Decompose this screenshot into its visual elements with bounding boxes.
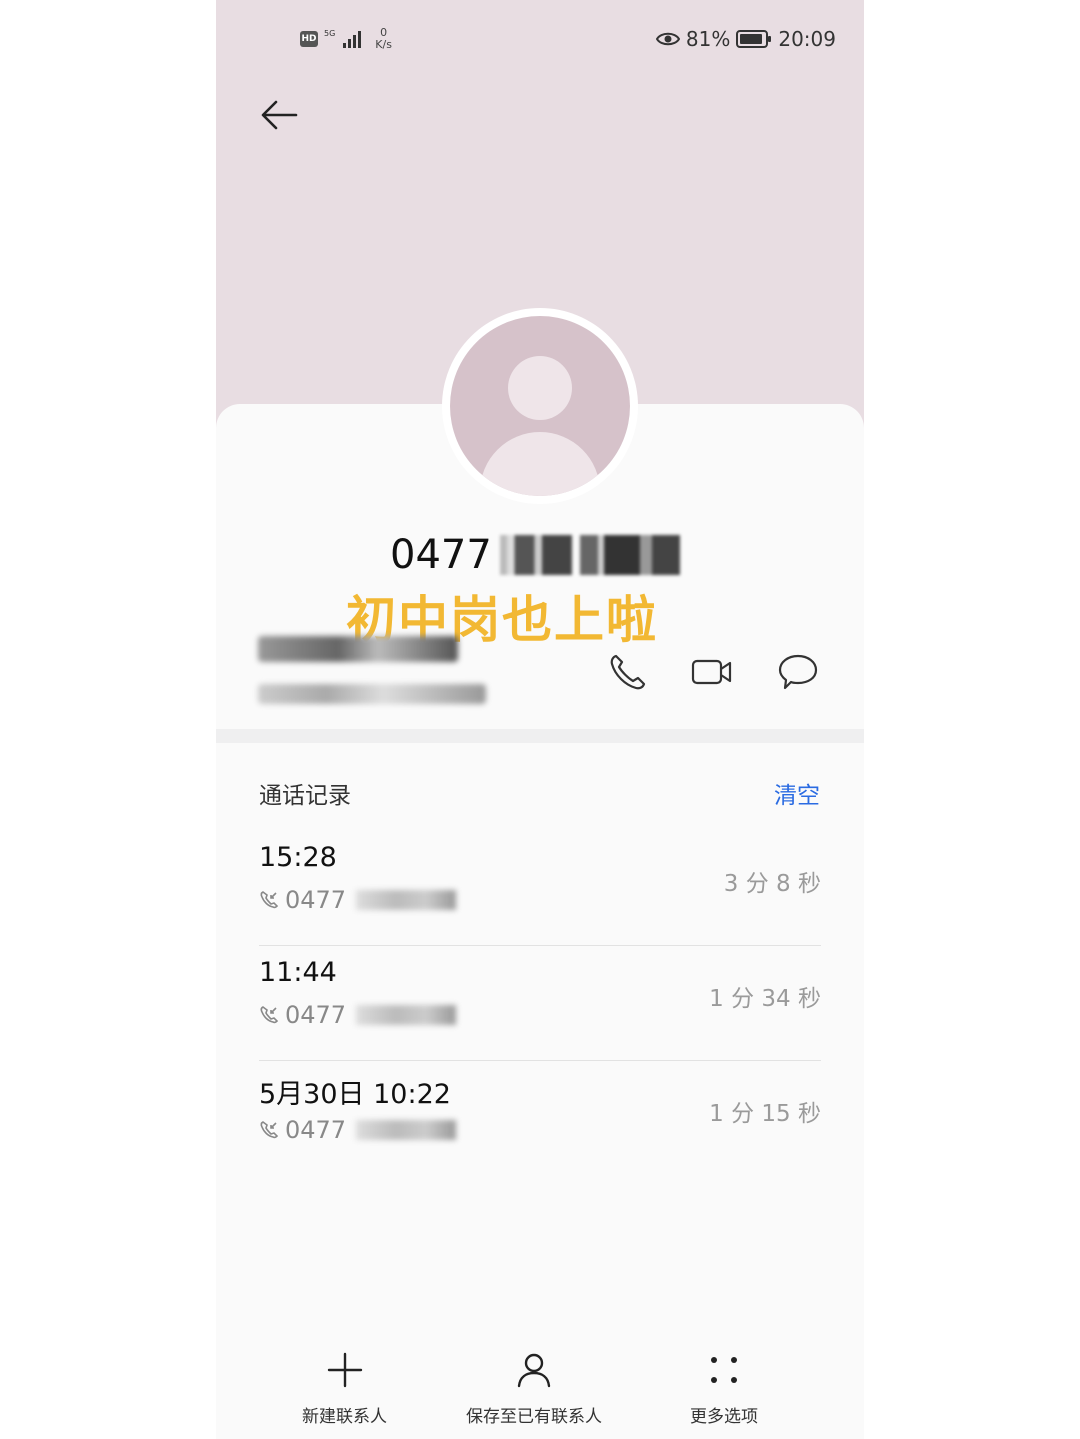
avatar-body: [480, 432, 600, 496]
avatar-head: [508, 356, 572, 420]
battery-percent: 81%: [685, 27, 731, 51]
call-log-item[interactable]: 15:28 0477 3 分 8 秒: [259, 832, 821, 946]
incoming-call-icon: [260, 1006, 279, 1024]
call-time: 11:44: [259, 957, 337, 988]
redacted-mosaic: [579, 535, 680, 575]
call-time: 5月30日 10:22: [259, 1079, 451, 1110]
redacted-mosaic: [499, 535, 572, 575]
call-log-item[interactable]: 5月30日 10:22 0477 1 分 15 秒: [259, 1062, 821, 1176]
net-speed-unit: K/s: [375, 38, 392, 51]
call-number-prefix: 0477: [285, 886, 347, 914]
call-duration: 1 分 34 秒: [709, 986, 821, 1012]
clear-button[interactable]: 清空: [774, 776, 820, 810]
status-bar-left: HD 5G 0 K/s: [300, 26, 392, 52]
chat-bubble-icon[interactable]: [776, 650, 820, 694]
redacted-number: [356, 1005, 457, 1025]
status-bar-right: 81% 20:09: [655, 24, 836, 54]
more-options-label: 更多选项: [690, 1407, 758, 1427]
contact-number: 0477: [390, 532, 680, 578]
call-log-item[interactable]: 11:44 0477 1 分 34 秒: [259, 947, 821, 1061]
clock: 20:09: [778, 27, 836, 51]
divider: [259, 1060, 821, 1061]
redacted-carrier: [258, 684, 486, 704]
call-duration: 3 分 8 秒: [723, 871, 821, 897]
video-camera-icon[interactable]: [690, 650, 734, 694]
hd-badge: HD: [300, 31, 318, 47]
call-number: 0477: [259, 1116, 457, 1144]
redacted-location: [258, 636, 458, 662]
incoming-call-icon: [260, 891, 279, 909]
call-time: 15:28: [259, 842, 337, 873]
phone-screen: HD 5G 0 K/s 81% 20:09 0477 初中岗也上啦 通话记录 清…: [216, 0, 864, 1439]
save-to-existing-button[interactable]: 保存至已有联系人: [466, 1350, 602, 1427]
plus-icon: [327, 1352, 362, 1388]
phone-icon[interactable]: [606, 650, 650, 694]
net-speed: 0 K/s: [375, 27, 392, 51]
network-type: 5G: [324, 28, 336, 38]
redacted-number: [356, 890, 457, 910]
section-divider: [216, 729, 864, 743]
dots-grid-icon: [711, 1357, 737, 1383]
contact-number-prefix: 0477: [390, 532, 492, 578]
new-contact-button[interactable]: 新建联系人: [302, 1350, 387, 1427]
avatar[interactable]: [450, 316, 630, 496]
call-number: 0477: [259, 1001, 457, 1029]
call-number: 0477: [259, 886, 457, 914]
more-options-button[interactable]: 更多选项: [690, 1350, 758, 1427]
signal-icon: [343, 30, 362, 48]
call-duration: 1 分 15 秒: [709, 1101, 821, 1127]
eye-icon: [655, 32, 680, 46]
battery-icon: [736, 30, 772, 48]
divider: [259, 945, 821, 946]
redacted-number: [356, 1120, 457, 1140]
person-icon: [517, 1353, 551, 1388]
incoming-call-icon: [260, 1121, 279, 1139]
save-to-existing-label: 保存至已有联系人: [466, 1407, 602, 1427]
back-arrow-icon[interactable]: [256, 92, 302, 138]
new-contact-label: 新建联系人: [302, 1407, 387, 1427]
call-number-prefix: 0477: [285, 1001, 347, 1029]
bottom-toolbar: 新建联系人 保存至已有联系人 更多选项: [216, 1350, 864, 1439]
call-number-prefix: 0477: [285, 1116, 347, 1144]
call-log-title: 通话记录: [259, 783, 351, 809]
